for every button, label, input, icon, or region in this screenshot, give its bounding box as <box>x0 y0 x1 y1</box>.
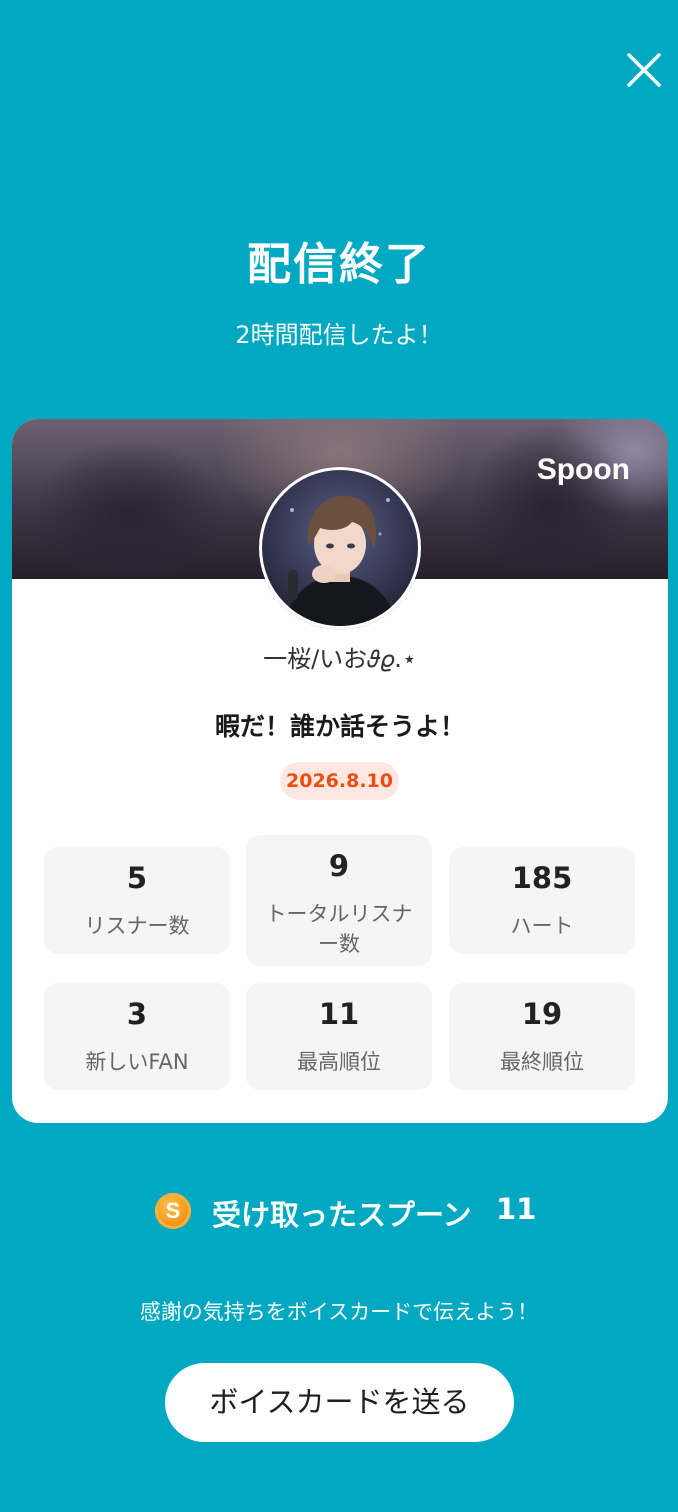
stat-label: 新しいFAN <box>85 1050 189 1074</box>
stat-listeners: 5 リスナー数 <box>44 847 230 954</box>
stat-label-line2: ー数 <box>318 932 360 956</box>
close-icon <box>627 53 661 87</box>
stat-value: 5 <box>126 861 148 895</box>
stat-value: 185 <box>511 861 573 895</box>
spoons-count: 11 <box>496 1192 537 1226</box>
stat-label: 最高順位 <box>297 1050 381 1074</box>
page-title: 配信終了 <box>247 239 431 290</box>
broadcast-summary-card: Spoon 一桜/いお𝜗𝜚.⋆ 暇だ！誰か話そうよ！ 2026.8.10 5 リ… <box>12 419 668 1123</box>
stat-label: リスナー数 <box>84 914 190 938</box>
live-title: 暇だ！誰か話そうよ！ <box>214 712 465 741</box>
stat-value: 9 <box>328 849 350 883</box>
stat-value: 3 <box>126 997 148 1031</box>
date-badge: 2026.8.10 <box>280 762 399 800</box>
brand-logo: Spoon <box>536 453 630 486</box>
close-button[interactable] <box>620 46 668 94</box>
spoons-label: 受け取ったスプーン <box>212 1198 472 1232</box>
stat-value: 19 <box>521 997 563 1031</box>
stat-hearts: 185 ハート <box>449 847 635 954</box>
spoon-coin-icon: S <box>155 1193 191 1229</box>
avatar[interactable] <box>259 467 421 629</box>
received-spoons: S 受け取ったスプーン 11 <box>0 1190 678 1232</box>
stat-value: 11 <box>318 997 360 1031</box>
username: 一桜/いお𝜗𝜚.⋆ <box>263 645 417 673</box>
stat-total-listeners: 9 トータルリスナ ー数 <box>246 835 432 966</box>
stat-highest-rank: 11 最高順位 <box>246 983 432 1090</box>
thanks-message: 感謝の気持ちをボイスカードで伝えよう！ <box>139 1300 539 1324</box>
stat-new-fans: 3 新しいFAN <box>44 983 230 1090</box>
page-subtitle: 2時間配信したよ！ <box>235 321 443 349</box>
send-voice-card-button[interactable]: ボイスカードを送る <box>165 1363 514 1442</box>
avatar-image <box>262 470 418 626</box>
stat-label-line1: トータルリスナ <box>265 902 413 926</box>
stat-label: 最終順位 <box>500 1050 584 1074</box>
stat-final-rank: 19 最終順位 <box>449 983 635 1090</box>
stat-label: ハート <box>510 914 574 938</box>
